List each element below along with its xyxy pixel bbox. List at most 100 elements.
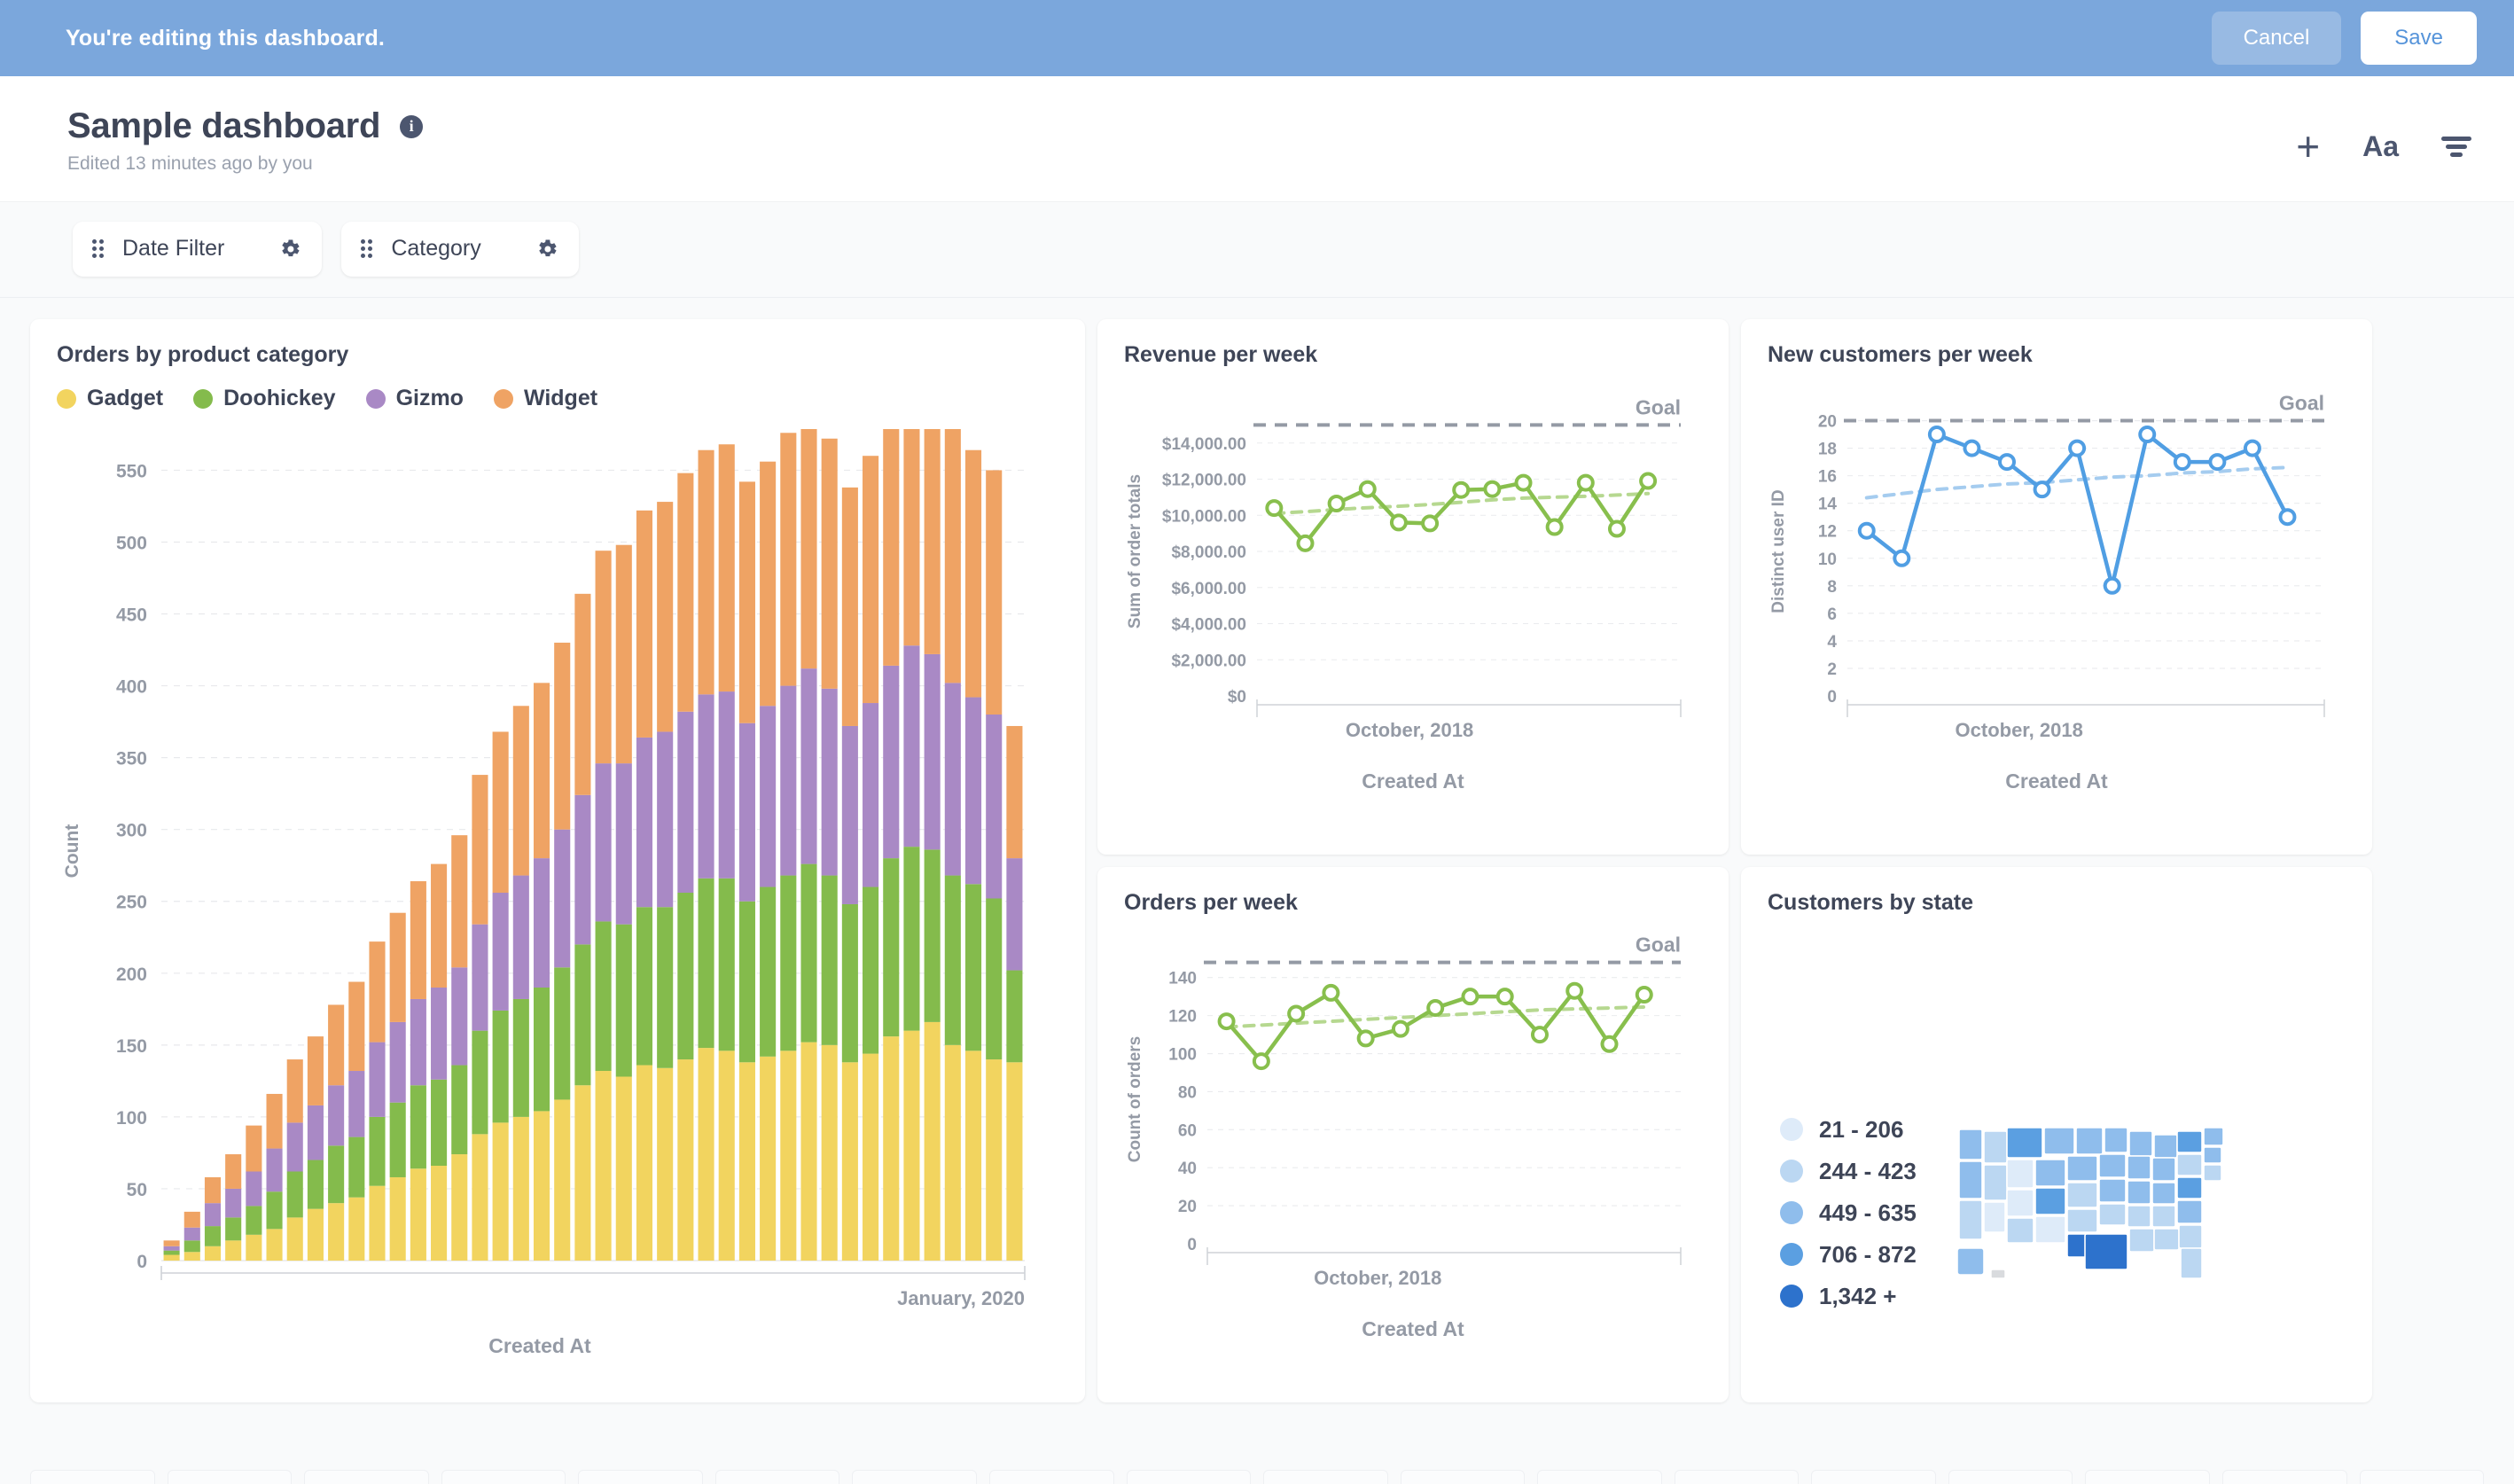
grid-cell[interactable] xyxy=(30,1470,155,1484)
svg-text:Count of orders: Count of orders xyxy=(1126,1036,1144,1163)
bar-chart-plot[interactable]: 050100150200250300350400450500550January… xyxy=(57,429,1058,1329)
cards-row: Orders by product category Gadget Doohic… xyxy=(30,319,2484,1402)
choropleth-map[interactable] xyxy=(1952,989,2289,1304)
text-icon[interactable]: Aa xyxy=(2362,130,2399,163)
new-customers-line-chart-svg[interactable]: 02468101214161820GoalOctober, 2018Distin… xyxy=(1768,368,2346,758)
svg-text:Distinct user ID: Distinct user ID xyxy=(1769,489,1788,613)
grid-cell[interactable] xyxy=(852,1470,977,1484)
card-new-customers-per-week[interactable]: New customers per week 02468101214161820… xyxy=(1741,319,2372,855)
gear-icon[interactable] xyxy=(535,237,559,262)
svg-text:Sum of order totals: Sum of order totals xyxy=(1126,474,1144,629)
map-swatch-icon xyxy=(1780,1160,1803,1183)
svg-text:120: 120 xyxy=(1168,1008,1197,1027)
svg-text:250: 250 xyxy=(116,893,147,913)
svg-text:14: 14 xyxy=(1818,496,1838,514)
title-row: Sample dashboard i xyxy=(67,106,423,146)
grid-cell[interactable] xyxy=(168,1470,293,1484)
x-axis-title: Created At xyxy=(57,1334,1058,1358)
drag-handle-icon[interactable] xyxy=(92,239,105,259)
svg-text:$0: $0 xyxy=(1228,688,1246,707)
info-icon[interactable]: i xyxy=(400,115,423,138)
grid-cell[interactable] xyxy=(441,1470,566,1484)
map-legend-item[interactable]: 244 - 423 xyxy=(1780,1158,1917,1185)
grid-cell[interactable] xyxy=(1127,1470,1252,1484)
svg-text:Goal: Goal xyxy=(1636,395,1681,418)
legend-item-doohickey[interactable]: Doohickey xyxy=(193,386,335,411)
map-legend: 21 - 206 244 - 423 449 - 635 xyxy=(1768,983,1917,1310)
svg-text:20: 20 xyxy=(1818,413,1837,432)
filter-pill-date[interactable]: Date Filter xyxy=(73,222,322,277)
grid-cell[interactable] xyxy=(1401,1470,1526,1484)
grid-cell[interactable] xyxy=(578,1470,703,1484)
legend-label: Gizmo xyxy=(396,386,464,411)
svg-text:10: 10 xyxy=(1818,551,1837,569)
edit-mode-message: You're editing this dashboard. xyxy=(66,26,385,51)
card-revenue-per-week[interactable]: Revenue per week $0$2,000.00$4,000.00$6,… xyxy=(1097,319,1729,855)
svg-text:100: 100 xyxy=(116,1108,147,1129)
grid-cell[interactable] xyxy=(1675,1470,1800,1484)
save-button[interactable]: Save xyxy=(2361,12,2477,65)
filter-icon[interactable] xyxy=(2441,135,2471,158)
grid-cell[interactable] xyxy=(989,1470,1114,1484)
card-orders-by-product-category[interactable]: Orders by product category Gadget Doohic… xyxy=(30,319,1085,1402)
filter-bar: Date Filter Category xyxy=(0,202,2514,298)
map-swatch-icon xyxy=(1780,1243,1803,1266)
dashboard-header: Sample dashboard i Edited 13 minutes ago… xyxy=(0,76,2514,202)
svg-text:8: 8 xyxy=(1827,578,1837,597)
grid-cell[interactable] xyxy=(1811,1470,1936,1484)
svg-text:Goal: Goal xyxy=(2279,392,2324,415)
svg-text:Goal: Goal xyxy=(1636,933,1681,957)
map-legend-label: 21 - 206 xyxy=(1819,1116,1903,1144)
grid-cell[interactable] xyxy=(2360,1470,2485,1484)
svg-text:0: 0 xyxy=(1827,688,1837,707)
header-icon-group: + Aa xyxy=(2296,106,2471,167)
orders-line-chart-svg[interactable]: 020406080100120140GoalOctober, 2018Count… xyxy=(1124,916,1702,1306)
card-customers-by-state[interactable]: Customers by state 21 - 206 244 - 423 xyxy=(1741,867,2372,1402)
svg-text:150: 150 xyxy=(116,1036,147,1057)
legend-swatch-icon xyxy=(366,389,386,409)
cancel-button[interactable]: Cancel xyxy=(2212,12,2342,65)
drag-handle-icon[interactable] xyxy=(361,239,373,259)
map-legend-item[interactable]: 21 - 206 xyxy=(1780,1116,1917,1144)
legend-item-gizmo[interactable]: Gizmo xyxy=(366,386,464,411)
svg-text:October, 2018: October, 2018 xyxy=(1346,719,1473,741)
map-legend-item[interactable]: 1,342 + xyxy=(1780,1283,1917,1310)
title-block: Sample dashboard i Edited 13 minutes ago… xyxy=(67,106,423,175)
right-column: Revenue per week $0$2,000.00$4,000.00$6,… xyxy=(1097,319,2372,1402)
map-legend-label: 1,342 + xyxy=(1819,1283,1896,1310)
svg-text:500: 500 xyxy=(116,533,147,553)
gear-icon[interactable] xyxy=(277,237,302,262)
legend-swatch-icon xyxy=(57,389,76,409)
grid-cell[interactable] xyxy=(1948,1470,2073,1484)
legend-item-widget[interactable]: Widget xyxy=(494,386,597,411)
card-orders-per-week[interactable]: Orders per week 020406080100120140GoalOc… xyxy=(1097,867,1729,1402)
grid-cell[interactable] xyxy=(715,1470,840,1484)
grid-cell[interactable] xyxy=(304,1470,429,1484)
map-swatch-icon xyxy=(1780,1285,1803,1308)
svg-text:18: 18 xyxy=(1818,441,1837,459)
filter-pill-category[interactable]: Category xyxy=(341,222,578,277)
revenue-line-chart-svg[interactable]: $0$2,000.00$4,000.00$6,000.00$8,000.00$1… xyxy=(1124,368,1702,758)
svg-text:October, 2018: October, 2018 xyxy=(1956,719,2083,741)
svg-text:400: 400 xyxy=(116,677,147,698)
svg-text:100: 100 xyxy=(1168,1046,1197,1065)
grid-cell[interactable] xyxy=(2085,1470,2210,1484)
map-swatch-icon xyxy=(1780,1201,1803,1224)
banner-actions: Cancel Save xyxy=(2212,12,2477,65)
card-title: Orders per week xyxy=(1124,890,1702,916)
svg-text:140: 140 xyxy=(1168,970,1197,988)
grid-cell[interactable] xyxy=(1537,1470,1662,1484)
map-legend-item[interactable]: 706 - 872 xyxy=(1780,1241,1917,1269)
page-title[interactable]: Sample dashboard xyxy=(67,106,380,146)
svg-text:40: 40 xyxy=(1178,1160,1197,1178)
svg-text:0: 0 xyxy=(137,1252,147,1272)
svg-text:12: 12 xyxy=(1818,523,1837,542)
svg-text:$4,000.00: $4,000.00 xyxy=(1171,616,1246,635)
grid-cell[interactable] xyxy=(2222,1470,2347,1484)
chart-legend: Gadget Doohickey Gizmo Widget xyxy=(57,386,1058,411)
legend-item-gadget[interactable]: Gadget xyxy=(57,386,163,411)
add-icon[interactable]: + xyxy=(2296,126,2320,167)
card-title: Revenue per week xyxy=(1124,342,1702,368)
grid-cell[interactable] xyxy=(1263,1470,1388,1484)
map-legend-item[interactable]: 449 - 635 xyxy=(1780,1199,1917,1227)
